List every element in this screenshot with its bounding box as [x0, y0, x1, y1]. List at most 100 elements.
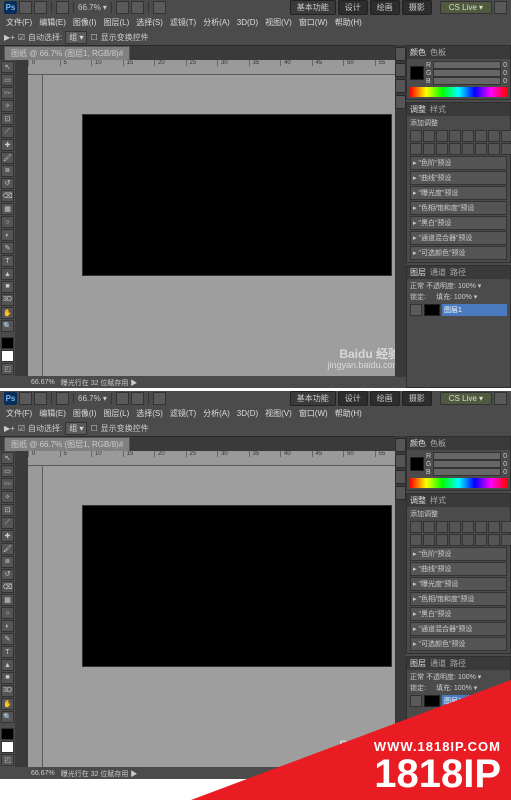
wand-tool[interactable]: ✧	[1, 491, 14, 503]
arrange-icon[interactable]	[56, 392, 69, 405]
menu-layer[interactable]: 图层(L)	[101, 408, 131, 419]
move-tool[interactable]: ↖	[1, 452, 14, 464]
menu-filter[interactable]: 滤镜(T)	[168, 408, 198, 419]
wand-tool[interactable]: ✧	[1, 100, 14, 112]
mb-icon[interactable]	[34, 392, 47, 405]
opacity-field[interactable]: 100% ▾	[458, 282, 481, 290]
shape-tool[interactable]: ■	[1, 281, 14, 293]
adjustment-preset[interactable]: ▸ "曝光度"预设	[410, 577, 507, 591]
quick-mask-icon[interactable]: ◰	[1, 754, 14, 766]
history-brush-tool[interactable]: ↺	[1, 178, 14, 190]
menu-help[interactable]: 帮助(H)	[333, 17, 364, 28]
menu-view[interactable]: 视图(V)	[263, 17, 294, 28]
adj-icon[interactable]	[423, 534, 435, 546]
artboard[interactable]	[83, 506, 391, 666]
paths-tab[interactable]: 路径	[450, 267, 466, 278]
eyedropper-tool[interactable]: ⟋	[1, 517, 14, 529]
document-tab[interactable]: 图纸 @ 66.7% (图层1, RGB/8)#	[4, 437, 130, 452]
opacity-field[interactable]: 100% ▾	[458, 673, 481, 681]
quick-mask-icon[interactable]: ◰	[1, 363, 14, 375]
collapsed-panel-icon[interactable]	[395, 454, 406, 468]
br-icon[interactable]	[19, 1, 32, 14]
adj-icon[interactable]	[488, 143, 500, 155]
workspace-photo-button[interactable]: 摄影	[402, 391, 432, 406]
gradient-tool[interactable]: ▦	[1, 594, 14, 606]
g-slider[interactable]	[433, 460, 501, 468]
adjustments-tab[interactable]: 调整	[410, 495, 426, 506]
menu-view[interactable]: 视图(V)	[263, 408, 294, 419]
zoom-tool[interactable]: 🔍	[1, 711, 14, 723]
color-ramp[interactable]	[410, 87, 507, 97]
lasso-tool[interactable]: 〰	[1, 478, 14, 490]
stamp-tool[interactable]: ⧈	[1, 165, 14, 177]
workspace-paint-button[interactable]: 绘画	[370, 391, 400, 406]
pen-tool[interactable]: ✎	[1, 242, 14, 254]
search-icon[interactable]	[494, 392, 507, 405]
hand-tool[interactable]: ✋	[1, 307, 14, 319]
gradient-tool[interactable]: ▦	[1, 203, 14, 215]
collapsed-panel-icon[interactable]	[395, 63, 406, 77]
adjustment-preset[interactable]: ▸ "曝光度"预设	[410, 186, 507, 200]
adj-icon[interactable]	[501, 521, 511, 533]
adj-icon[interactable]	[475, 534, 487, 546]
adj-icon[interactable]	[449, 521, 461, 533]
adj-icon[interactable]	[449, 143, 461, 155]
eraser-tool[interactable]: ⌫	[1, 190, 14, 202]
toolbox-collapse-bar[interactable]	[15, 60, 28, 376]
crop-tool[interactable]: ⊡	[1, 113, 14, 125]
layer-thumb[interactable]	[424, 304, 440, 316]
channels-tab[interactable]: 通道	[430, 658, 446, 669]
document-tab[interactable]: 图纸 @ 66.7% (图层1, RGB/8)#	[4, 46, 130, 61]
workspace-essentials-button[interactable]: 基本功能	[290, 391, 336, 406]
menu-3d[interactable]: 3D(D)	[235, 409, 260, 418]
canvas-area[interactable]: Baidu 经验 jingyan.baidu.com	[43, 75, 406, 376]
adj-icon[interactable]	[501, 534, 511, 546]
eyedropper-tool[interactable]: ⟋	[1, 126, 14, 138]
adj-icon[interactable]	[410, 143, 422, 155]
brush-tool[interactable]: 🖌	[1, 152, 14, 164]
br-icon[interactable]	[19, 392, 32, 405]
heal-tool[interactable]: ✚	[1, 139, 14, 151]
dodge-tool[interactable]: ◐	[1, 620, 14, 632]
collapsed-panel-icon[interactable]	[395, 486, 406, 500]
ruler-vertical[interactable]	[28, 75, 43, 376]
auto-select-check[interactable]: ☑	[18, 33, 25, 42]
b-slider[interactable]	[433, 77, 501, 85]
adjustments-tab[interactable]: 调整	[410, 104, 426, 115]
layer-row[interactable]: 图层1	[410, 304, 507, 316]
menu-edit[interactable]: 编辑(E)	[37, 408, 68, 419]
menu-edit[interactable]: 编辑(E)	[37, 17, 68, 28]
color-tab[interactable]: 颜色	[410, 47, 426, 58]
pen-tool[interactable]: ✎	[1, 633, 14, 645]
styles-tab[interactable]: 样式	[430, 495, 446, 506]
menu-filter[interactable]: 滤镜(T)	[168, 17, 198, 28]
menu-3d[interactable]: 3D(D)	[235, 18, 260, 27]
adj-icon[interactable]	[462, 534, 474, 546]
zoom-level[interactable]: 66.7% ▾	[78, 3, 107, 12]
adjustment-preset[interactable]: ▸ "曲线"预设	[410, 562, 507, 576]
adj-icon[interactable]	[436, 130, 448, 142]
adj-icon[interactable]	[462, 521, 474, 533]
menu-layer[interactable]: 图层(L)	[101, 17, 131, 28]
zoom-level[interactable]: 66.7% ▾	[78, 394, 107, 403]
workspace-essentials-button[interactable]: 基本功能	[290, 0, 336, 15]
threeD-tool[interactable]: 3D	[1, 294, 14, 306]
menu-file[interactable]: 文件(F)	[4, 408, 34, 419]
ruler-horizontal[interactable]: 0510152025303540455055	[28, 60, 406, 75]
canvas-area[interactable]: Baidu 经验 jingyan.baidu.com	[43, 466, 406, 767]
toolbox-collapse-bar[interactable]	[15, 451, 28, 767]
layers-tab[interactable]: 图层	[410, 658, 426, 669]
workspace-paint-button[interactable]: 绘画	[370, 0, 400, 15]
menu-analysis[interactable]: 分析(A)	[201, 408, 232, 419]
adj-icon[interactable]	[475, 130, 487, 142]
extras-icon[interactable]	[131, 392, 144, 405]
ruler-horizontal[interactable]: 0510152025303540455055	[28, 451, 406, 466]
g-value[interactable]: 0	[503, 70, 507, 77]
auto-select-dropdown[interactable]: 组 ▾	[65, 422, 87, 435]
type-tool[interactable]: T	[1, 255, 14, 267]
styles-tab[interactable]: 样式	[430, 104, 446, 115]
blur-tool[interactable]: ○	[1, 607, 14, 619]
adjustment-preset[interactable]: ▸ "色相/饱和度"预设	[410, 201, 507, 215]
adjustment-preset[interactable]: ▸ "色相/饱和度"预设	[410, 592, 507, 606]
visibility-eye-icon[interactable]	[410, 695, 422, 707]
